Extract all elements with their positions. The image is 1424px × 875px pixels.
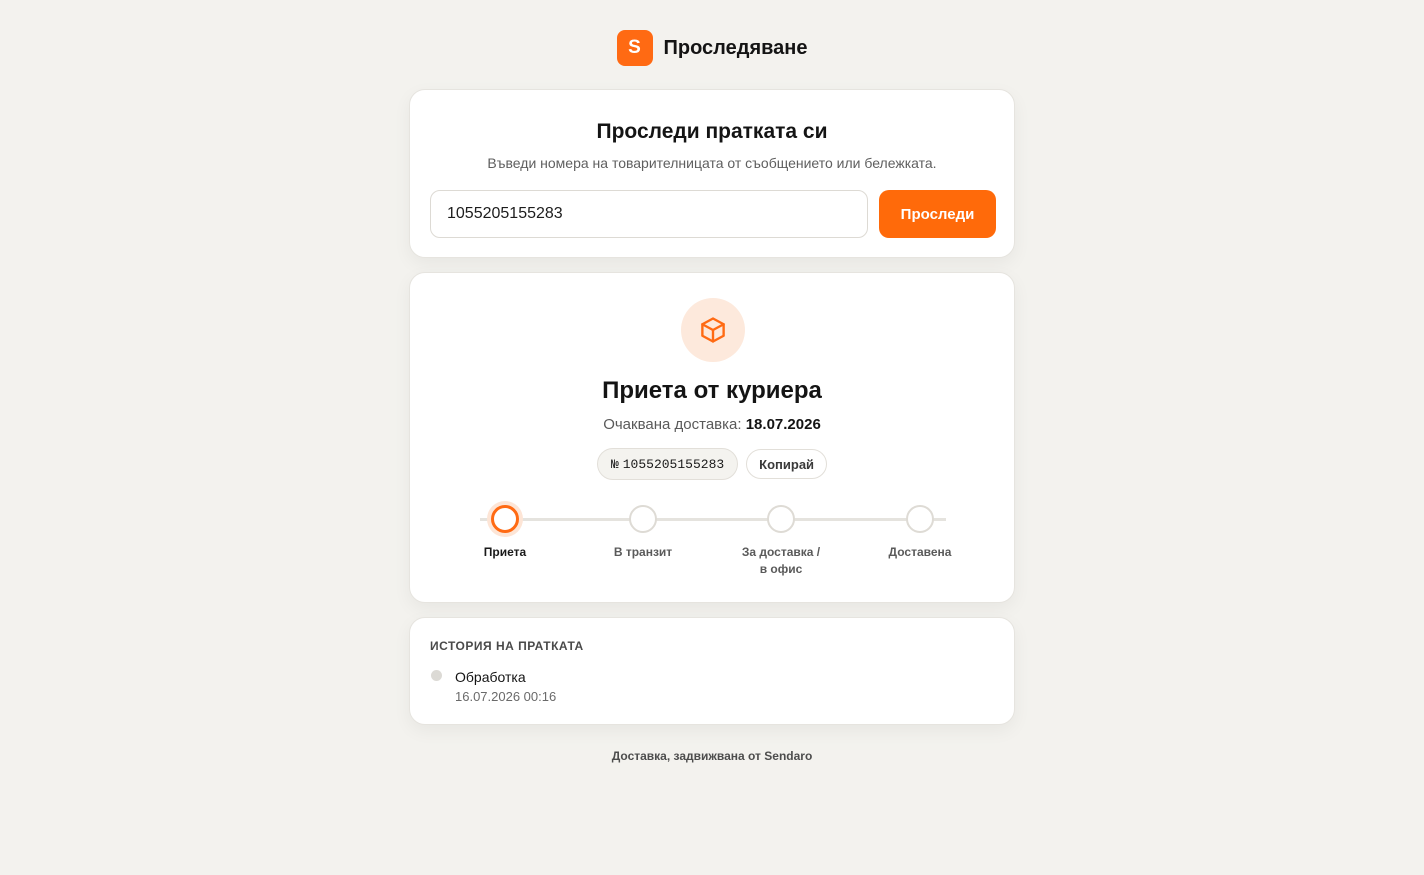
number-sign: № (610, 456, 619, 472)
history-heading: ИСТОРИЯ НА ПРАТКАТА (430, 639, 584, 653)
eta-date: 18.07.2026 (745, 416, 821, 433)
tracking-number: 1055205155283 (622, 456, 725, 472)
copy-button[interactable]: Копирай (746, 449, 828, 479)
tracking-page: S Проследяване Проследи пратката си Въве… (0, 0, 1424, 875)
step-label: За доставка / в офис (726, 544, 836, 578)
step-label: В транзит (613, 545, 673, 559)
brand-logo: S (616, 30, 653, 66)
status-title: Приета от куриера (602, 377, 822, 404)
step-dot-active (491, 505, 519, 533)
footer-credit: Доставка, задвижвана от Sendaro (611, 749, 813, 763)
page-title: Проследяване (663, 36, 808, 59)
tracking-number-input[interactable] (430, 190, 868, 238)
step-in-transit: В транзит (588, 505, 698, 561)
tracking-number-row: № 1055205155283 Копирай (410, 448, 1014, 480)
status-icon-badge (681, 298, 745, 362)
step-label: Доставена (888, 545, 952, 559)
search-card: Проследи пратката си Въведи номера на то… (409, 89, 1015, 258)
step-dot (906, 505, 934, 533)
step-label-line: в офис (759, 562, 803, 576)
brand-header: S Проследяване (0, 30, 1424, 66)
history-event-title: Обработка (455, 669, 526, 685)
step-dot (629, 505, 657, 533)
history-card: ИСТОРИЯ НА ПРАТКАТА Обработка 16.07.2026… (409, 617, 1015, 725)
track-button[interactable]: Проследи (879, 190, 996, 238)
search-title: Проследи пратката си (596, 120, 828, 143)
search-subtitle: Въведи номера на товарителницата от съоб… (487, 155, 937, 171)
step-delivered: Доставена (865, 505, 975, 561)
step-dot (767, 505, 795, 533)
step-label: Приета (483, 545, 527, 559)
eta-label: Очаквана доставка: (603, 416, 742, 433)
history-event-time: 16.07.2026 00:16 (455, 689, 557, 704)
estimated-delivery: Очаквана доставка: 18.07.2026 (410, 416, 1014, 433)
step-label-line: За доставка / (741, 545, 821, 559)
history-event-dot (431, 670, 442, 681)
status-card: Приета от куриера Очаквана доставка: 18.… (409, 272, 1015, 603)
step-out-for-delivery: За доставка / в офис (726, 505, 836, 578)
step-accepted: Приета (450, 505, 560, 561)
package-icon (701, 317, 725, 343)
tracking-number-pill: № 1055205155283 (596, 448, 739, 480)
progress-steps: Приета В транзит За доставка / в офис До… (410, 505, 1014, 585)
